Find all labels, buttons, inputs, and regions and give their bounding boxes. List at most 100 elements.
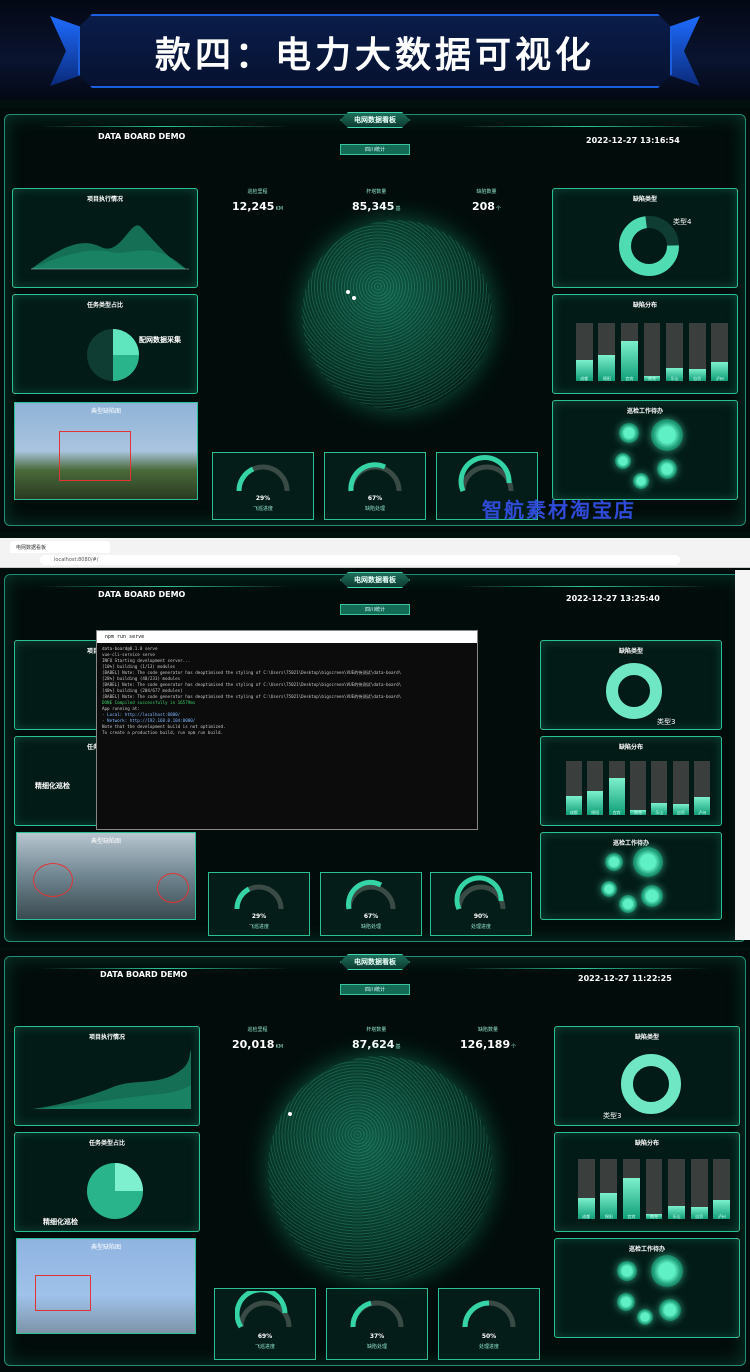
panel-defect-distribution: 缺陷分布 成都 绵阳 宜宾 南充 乐山 自贡 泸州 [552, 294, 738, 394]
panel-title: 巡检工作待办 [626, 408, 663, 415]
panel-task: 任务类型占比 配网数据采集 [12, 294, 198, 394]
todo-bubble[interactable] [659, 1299, 681, 1321]
detection-box [59, 431, 131, 481]
panel-title: 缺陷类型 [618, 648, 643, 655]
bar-绵阳[interactable] [598, 323, 616, 381]
browser-tab[interactable]: 电网数据看板 [10, 541, 110, 553]
todo-bubble[interactable] [651, 1255, 683, 1287]
bar-宜宾[interactable] [620, 323, 638, 381]
bar-南充[interactable] [645, 1159, 663, 1219]
panel-title: 缺陷分布 [634, 1140, 659, 1147]
terminal-window[interactable]: npm run serve data-board@0.1.0 serve vue-… [96, 630, 478, 830]
header-tab: 电网数据看板 [340, 572, 410, 588]
bar-泸州[interactable] [711, 323, 729, 381]
region-select[interactable]: 四川统计 [340, 604, 410, 615]
gauge-value: 69% [257, 1333, 273, 1340]
todo-bubble[interactable] [633, 847, 663, 877]
gauge-label: 处理进度 [470, 924, 491, 930]
region-select[interactable]: 四川统计 [340, 144, 410, 155]
bar-成都[interactable] [577, 1159, 595, 1219]
gauge-dial [235, 1291, 292, 1329]
bar-泸州[interactable] [694, 761, 711, 815]
bar-自贡[interactable] [690, 1159, 708, 1219]
todo-bubble[interactable] [641, 885, 663, 907]
panel-project: 项目执行情况 [14, 1026, 200, 1126]
stat-distance: 巡检里程 20,018KM [232, 1027, 284, 1051]
bar-chart: 成都 绵阳 宜宾 南充 乐山 自贡 泸州 [575, 1153, 733, 1219]
bar-乐山[interactable] [666, 323, 684, 381]
bar-绵阳[interactable] [587, 761, 604, 815]
bar-乐山[interactable] [651, 761, 668, 815]
todo-bubble[interactable] [617, 1261, 637, 1281]
header-line-left [40, 968, 290, 969]
panel-title: 缺陷分布 [632, 302, 657, 309]
gauge-value: 67% [363, 913, 379, 920]
earth-globe[interactable] [302, 220, 492, 410]
todo-bubble[interactable] [601, 881, 617, 897]
gauge-3: 90% 处理进度 [430, 872, 532, 936]
x-tick-label: 泸州 [715, 376, 724, 381]
x-tick-label: 绵阳 [602, 376, 611, 381]
bar-成都[interactable] [565, 761, 582, 815]
gauge-value: 29% [255, 495, 271, 502]
x-tick-label: 绵阳 [604, 1214, 613, 1219]
clock: 2022-12-27 13:25:40 [566, 594, 660, 603]
defect-photo[interactable]: 典型缺陷图 [16, 1238, 196, 1334]
gauge-value: 50% [481, 1333, 497, 1340]
bar-chart: 成都 绵阳 宜宾 南充 乐山 自贡 泸州 [563, 755, 713, 815]
gauge-value: 90% [473, 913, 489, 920]
earth-globe[interactable] [268, 1056, 492, 1280]
bar-乐山[interactable] [668, 1159, 686, 1219]
bar-南充[interactable] [629, 761, 647, 815]
detection-box [35, 1275, 91, 1311]
defect-photo[interactable]: 典型缺陷图 [14, 402, 198, 500]
board-title: DATA BOARD DEMO [98, 132, 186, 141]
todo-bubble[interactable] [617, 1293, 635, 1311]
todo-bubble[interactable] [605, 853, 623, 871]
todo-bubble[interactable] [657, 459, 677, 479]
todo-bubble[interactable] [651, 419, 683, 451]
banner-title: 款四：电力大数据可视化 [154, 35, 595, 76]
region-select[interactable]: 四川统计 [340, 984, 410, 995]
panel-project: 项目执行情况 [12, 188, 198, 288]
todo-bubble[interactable] [615, 453, 631, 469]
stat-defects: 缺陷数量 208个 [472, 189, 501, 213]
gauge-label: 飞巡进度 [248, 924, 269, 930]
panel-task: 任务类型占比 精细化巡检 [14, 1132, 200, 1232]
todo-bubble[interactable] [619, 895, 637, 913]
x-tick-label: 自贡 [693, 376, 702, 381]
globe-marker[interactable] [346, 290, 350, 294]
gauge-2: 37% 缺陷处理 [326, 1288, 428, 1360]
header-tab: 电网数据看板 [340, 112, 410, 128]
globe-marker[interactable] [288, 1112, 292, 1116]
bar-成都[interactable] [575, 323, 593, 381]
todo-bubble[interactable] [633, 473, 649, 489]
area-chart [33, 1050, 191, 1109]
bar-自贡[interactable] [688, 323, 706, 381]
bar-南充[interactable] [643, 323, 661, 381]
todo-bubble[interactable] [619, 423, 639, 443]
defect-photo[interactable]: 典型缺陷图 [16, 832, 196, 920]
clock: 2022-12-27 11:22:25 [578, 974, 672, 983]
panel-title: 缺陷分布 [618, 744, 643, 751]
panel-defect-type: 缺陷类型 类型3 [540, 640, 722, 730]
bar-宜宾[interactable] [622, 1159, 640, 1219]
todo-bubble[interactable] [637, 1309, 653, 1325]
globe-marker[interactable] [352, 296, 356, 300]
donut-chart [606, 663, 662, 719]
terminal-line: To create a production build, run npm ru… [102, 730, 224, 735]
panel-title: 缺陷类型 [632, 196, 657, 203]
bar-自贡[interactable] [672, 761, 689, 815]
detection-circle [157, 873, 189, 903]
address-bar[interactable]: localhost:8080/#/ [40, 555, 680, 565]
bar-泸州[interactable] [713, 1159, 731, 1219]
pie-highlight-label: 精细化巡检 [43, 1218, 78, 1226]
bar-绵阳[interactable] [600, 1159, 618, 1219]
gauge-label: 飞巡进度 [252, 506, 273, 512]
pie-chart [87, 1163, 143, 1219]
bar-宜宾[interactable] [608, 761, 625, 815]
x-tick-label: 宜宾 [625, 376, 634, 381]
x-tick-label: 泸州 [698, 810, 707, 815]
panel-todo: 巡检工作待办 [540, 832, 722, 920]
browser-sidebar [735, 570, 750, 940]
